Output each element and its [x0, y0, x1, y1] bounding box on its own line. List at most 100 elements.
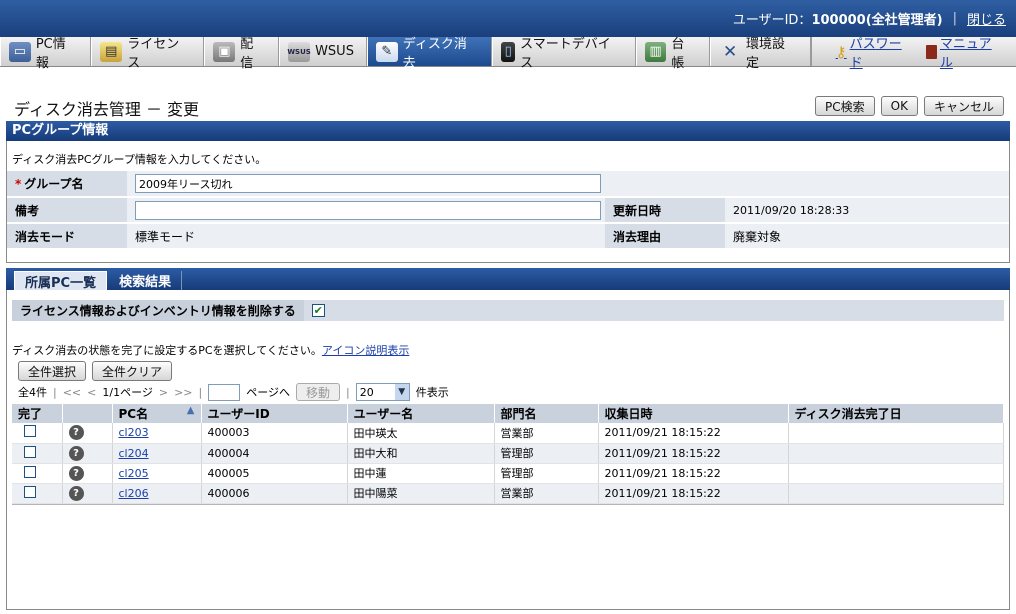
menu-pc-info[interactable]: ▭ PC情報 [0, 37, 92, 71]
page-size-suffix: 件表示 [415, 386, 449, 399]
disk-erase-icon: ✎ [375, 41, 398, 62]
password-link[interactable]: ⚷ パスワード [836, 33, 914, 71]
dept-cell: 管理部 [494, 463, 599, 484]
separator: | [198, 385, 203, 399]
license-icon: ▤ [100, 41, 123, 62]
group-panel: ディスク消去PCグループ情報を入力してください。 *グループ名 備考 更新日時 … [6, 141, 1010, 263]
user-id-cell: 400005 [201, 463, 348, 484]
reason-value: 廃棄対象 [725, 223, 1009, 250]
question-icon: ? [68, 465, 84, 481]
user-id-cell: 400004 [201, 443, 348, 464]
next-page-button[interactable]: > [159, 386, 168, 399]
ok-button[interactable]: OK [880, 96, 918, 116]
menu-ledger[interactable]: ▥ 台帳 [635, 37, 711, 71]
sort-asc-icon: ▲ [186, 405, 195, 416]
manual-link[interactable]: マニュアル [926, 33, 1004, 71]
separator: | [952, 11, 957, 26]
required-mark: * [15, 177, 22, 191]
done-cell [12, 483, 63, 504]
done-cell [12, 463, 63, 484]
note-input[interactable] [135, 200, 601, 220]
done-checkbox[interactable] [24, 425, 36, 438]
col-done-date: ディスク消去完了日 [788, 404, 1004, 423]
last-page-button[interactable]: >> [174, 386, 192, 399]
col-collected: 収集日時 [598, 404, 789, 423]
clear-all-button[interactable]: 全件クリア [92, 361, 173, 381]
pc-name-link[interactable]: cl205 [119, 467, 149, 480]
status-cell: ? [62, 483, 113, 504]
menu-label: WSUS [315, 44, 354, 59]
pc-name-cell: cl206 [112, 483, 202, 504]
pager: 全4件 | << < 1/1ページ > >> | ページへ 移動 | 20 ▼ … [18, 383, 449, 401]
selection-buttons: 全件選択 全件クリア [18, 361, 173, 381]
group-name-label: グループ名 [24, 177, 84, 191]
user-id-cell: 400006 [201, 483, 348, 504]
menu-label: ディスク消去 [402, 36, 467, 71]
select-all-button[interactable]: 全件選択 [18, 361, 87, 381]
key-icon: ⚷ [835, 42, 847, 61]
pc-table: 完了 PC名 ▲ ユーザーID ユーザー名 部門名 収集日時 ディスク消去完了日 … [12, 404, 1004, 504]
move-button[interactable]: 移動 [296, 383, 341, 401]
password-label: パスワード [849, 36, 902, 71]
table-row: ? cl206 400006 田中陽菜 営業部 2011/09/21 18:15… [12, 483, 1004, 504]
status-cell: ? [62, 423, 113, 444]
pc-name-link[interactable]: cl203 [119, 426, 149, 439]
done-checkbox[interactable] [24, 445, 36, 458]
done-checkbox[interactable] [24, 485, 36, 498]
group-instruction: ディスク消去PCグループ情報を入力してください。 [12, 153, 267, 166]
collected-cell: 2011/09/21 18:15:22 [598, 423, 789, 444]
menu-label: 台帳 [671, 36, 685, 71]
table-row: ? cl204 400004 田中大和 管理部 2011/09/21 18:15… [12, 443, 1004, 464]
total-count: 全4件 [18, 386, 47, 399]
pc-name-link[interactable]: cl204 [119, 447, 149, 460]
done-date-cell [788, 443, 1004, 464]
menu-license[interactable]: ▤ ライセンス [91, 37, 205, 71]
menu-smart-device[interactable]: ▯ スマートデバイス [492, 37, 636, 71]
status-cell: ? [62, 443, 113, 464]
done-date-cell [788, 483, 1004, 504]
done-checkbox[interactable] [24, 465, 36, 478]
first-page-button[interactable]: << [63, 386, 81, 399]
prev-page-button[interactable]: < [87, 386, 96, 399]
menu-wsus[interactable]: WSUS WSUS [279, 37, 367, 66]
close-link[interactable]: 閉じる [967, 9, 1006, 28]
tab-search-results[interactable]: 検索結果 [109, 271, 183, 290]
user-name-cell: 田中瑛太 [347, 423, 495, 444]
col-pc-name[interactable]: PC名 ▲ [112, 404, 202, 423]
book-icon [926, 44, 937, 59]
menu-settings[interactable]: ✕ 環境設定 [710, 37, 811, 71]
pc-name-link[interactable]: cl206 [119, 487, 149, 500]
page-number-input[interactable] [208, 383, 241, 401]
pc-search-button[interactable]: PC検索 [815, 96, 875, 116]
dept-cell: 営業部 [494, 423, 599, 444]
col-dept: 部門名 [494, 404, 599, 423]
top-bar: ユーザーID：100000(全社管理者) | 閉じる [0, 0, 1016, 37]
menu-label: ライセンス [127, 36, 180, 71]
tab-members[interactable]: 所属PC一覧 [14, 271, 108, 291]
done-cell [12, 443, 63, 464]
cancel-button[interactable]: キャンセル [923, 96, 1004, 116]
pc-icon: ▭ [9, 41, 31, 62]
menu-label: 環境設定 [746, 36, 786, 71]
page-size-select[interactable]: 20 ▼ [355, 383, 410, 401]
menu-disk-erase[interactable]: ✎ ディスク消去 [366, 37, 493, 71]
updated-label: 更新日時 [605, 197, 725, 224]
pc-name-cell: cl204 [112, 443, 202, 464]
delete-option-checkbox[interactable]: ✔ [311, 304, 325, 317]
table-header: 完了 PC名 ▲ ユーザーID ユーザー名 部門名 収集日時 ディスク消去完了日 [12, 404, 1004, 423]
user-id-value: 100000(全社管理者) [811, 13, 943, 28]
mode-value: 標準モード [127, 223, 605, 250]
collected-cell: 2011/09/21 18:15:22 [598, 463, 789, 484]
page-size-value: 20 [359, 385, 374, 399]
menu-distribution[interactable]: ▣ 配信 [204, 37, 280, 71]
icon-help-link[interactable]: アイコン説明表示 [322, 344, 409, 357]
col-user-id: ユーザーID [201, 404, 348, 423]
separator: | [346, 385, 350, 399]
chevron-down-icon: ▼ [394, 384, 409, 400]
pc-name-cell: cl203 [112, 423, 202, 444]
done-date-cell [788, 463, 1004, 484]
group-name-input[interactable] [135, 174, 601, 193]
question-icon: ? [68, 445, 84, 461]
group-form: *グループ名 備考 更新日時 2011/09/20 18:28:33 消去モード… [7, 171, 1009, 250]
note-label: 備考 [7, 197, 127, 224]
